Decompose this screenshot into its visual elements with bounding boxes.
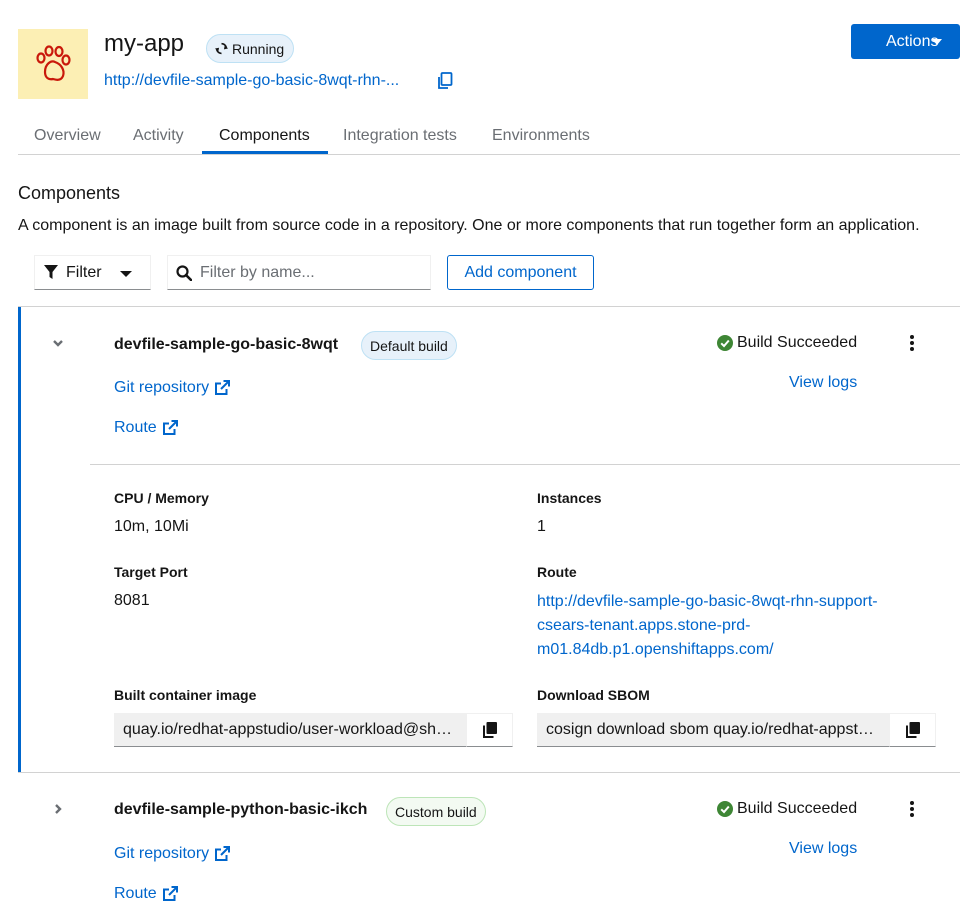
copy-icon xyxy=(905,722,920,738)
external-link-icon xyxy=(215,380,231,395)
sbom-text: cosign download sbom quay.io/redhat-apps… xyxy=(546,720,880,738)
caret-down-icon xyxy=(932,39,942,45)
default-build-badge: Default build xyxy=(361,331,457,360)
tab-components[interactable]: Components xyxy=(219,127,310,145)
component-name: devfile-sample-python-basic-ikch xyxy=(114,801,368,818)
sbom-copy-field: cosign download sbom quay.io/redhat-apps… xyxy=(537,713,936,747)
route-link[interactable]: Route xyxy=(114,885,178,903)
route-detail-label: Route xyxy=(537,564,577,580)
collapse-toggle[interactable] xyxy=(50,335,66,351)
view-logs-link[interactable]: View logs xyxy=(789,374,857,392)
search-box xyxy=(167,255,431,290)
sbom-label: Download SBOM xyxy=(537,687,650,703)
instances-value: 1 xyxy=(537,518,546,535)
kebab-menu-icon[interactable] xyxy=(904,333,920,353)
actions-dropdown-button[interactable]: Actions xyxy=(851,24,960,59)
caret-down-icon xyxy=(120,271,132,277)
git-repository-link[interactable]: Git repository xyxy=(114,379,231,397)
filter-icon xyxy=(44,265,58,279)
sbom-value[interactable]: cosign download sbom quay.io/redhat-apps… xyxy=(537,713,889,747)
check-circle-icon xyxy=(717,801,733,817)
build-status-label: Build Succeeded xyxy=(737,800,858,817)
kebab-menu-icon[interactable] xyxy=(904,799,920,819)
external-link-icon xyxy=(162,420,178,435)
cpu-memory-value: 10m, 10Mi xyxy=(114,518,189,535)
route-label: Route xyxy=(114,885,157,902)
copy-sbom-button[interactable] xyxy=(889,713,936,747)
git-repository-link[interactable]: Git repository xyxy=(114,845,231,863)
chevron-right-icon xyxy=(55,804,62,814)
copy-image-button[interactable] xyxy=(466,713,513,747)
tab-environments[interactable]: Environments xyxy=(492,127,590,145)
expand-toggle[interactable] xyxy=(50,801,66,817)
section-title: Components xyxy=(18,183,121,203)
paw-icon xyxy=(36,45,71,81)
active-tab-indicator xyxy=(202,151,328,154)
build-status: Build Succeeded xyxy=(717,334,857,352)
check-circle-icon xyxy=(717,335,733,351)
details-divider xyxy=(90,464,960,465)
route-url-line: m01.84db.p1.openshiftapps.com/ xyxy=(537,641,774,658)
route-label: Route xyxy=(114,419,157,436)
built-image-copy-field: quay.io/redhat-appstudio/user-workload@s… xyxy=(114,713,513,747)
search-input[interactable] xyxy=(200,263,420,282)
copy-icon xyxy=(438,72,453,89)
view-logs-link[interactable]: View logs xyxy=(789,840,857,858)
route-link[interactable]: Route xyxy=(114,419,178,437)
built-image-label: Built container image xyxy=(114,687,257,703)
filter-label: Filter xyxy=(66,263,102,281)
search-icon xyxy=(176,264,192,281)
target-port-value: 8081 xyxy=(114,592,150,609)
cpu-memory-label: CPU / Memory xyxy=(114,490,209,506)
tab-overview[interactable]: Overview xyxy=(34,127,101,145)
actions-label: Actions xyxy=(886,32,939,50)
built-image-text: quay.io/redhat-appstudio/user-workload@s… xyxy=(123,720,457,738)
component-name: devfile-sample-go-basic-8wqt xyxy=(114,336,339,353)
build-status-label: Build Succeeded xyxy=(737,334,858,351)
instances-label: Instances xyxy=(537,490,602,506)
filter-dropdown[interactable]: Filter xyxy=(34,255,151,290)
sync-icon xyxy=(215,42,228,55)
external-link-icon xyxy=(215,846,231,861)
tab-activity[interactable]: Activity xyxy=(133,127,184,145)
status-label: Running xyxy=(232,40,285,57)
git-repository-label: Git repository xyxy=(114,845,210,862)
route-url-link[interactable]: http://devfile-sample-go-basic-8wqt-rhn-… xyxy=(537,590,917,662)
build-status: Build Succeeded xyxy=(717,800,857,818)
copy-icon xyxy=(482,722,497,738)
app-url-link[interactable]: http://devfile-sample-go-basic-8wqt-rhn-… xyxy=(104,72,399,90)
copy-url-button[interactable] xyxy=(437,72,453,90)
list-divider xyxy=(18,772,960,773)
status-badge: Running xyxy=(206,34,295,63)
target-port-label: Target Port xyxy=(114,564,188,580)
chevron-down-icon xyxy=(53,340,63,347)
route-url-line: http://devfile-sample-go-basic-8wqt-rhn-… xyxy=(537,593,878,610)
route-url-line: csears-tenant.apps.stone-prd- xyxy=(537,617,751,634)
add-component-button[interactable]: Add component xyxy=(447,255,594,290)
tab-integration-tests[interactable]: Integration tests xyxy=(343,127,457,145)
custom-build-badge: Custom build xyxy=(386,797,486,826)
tab-bar: Overview Activity Components Integration… xyxy=(18,118,960,155)
git-repository-label: Git repository xyxy=(114,379,210,396)
section-description: A component is an image built from sourc… xyxy=(18,217,920,234)
built-image-value[interactable]: quay.io/redhat-appstudio/user-workload@s… xyxy=(114,713,466,747)
app-icon xyxy=(18,29,88,99)
external-link-icon xyxy=(162,886,178,901)
app-title: my-app xyxy=(104,30,185,57)
